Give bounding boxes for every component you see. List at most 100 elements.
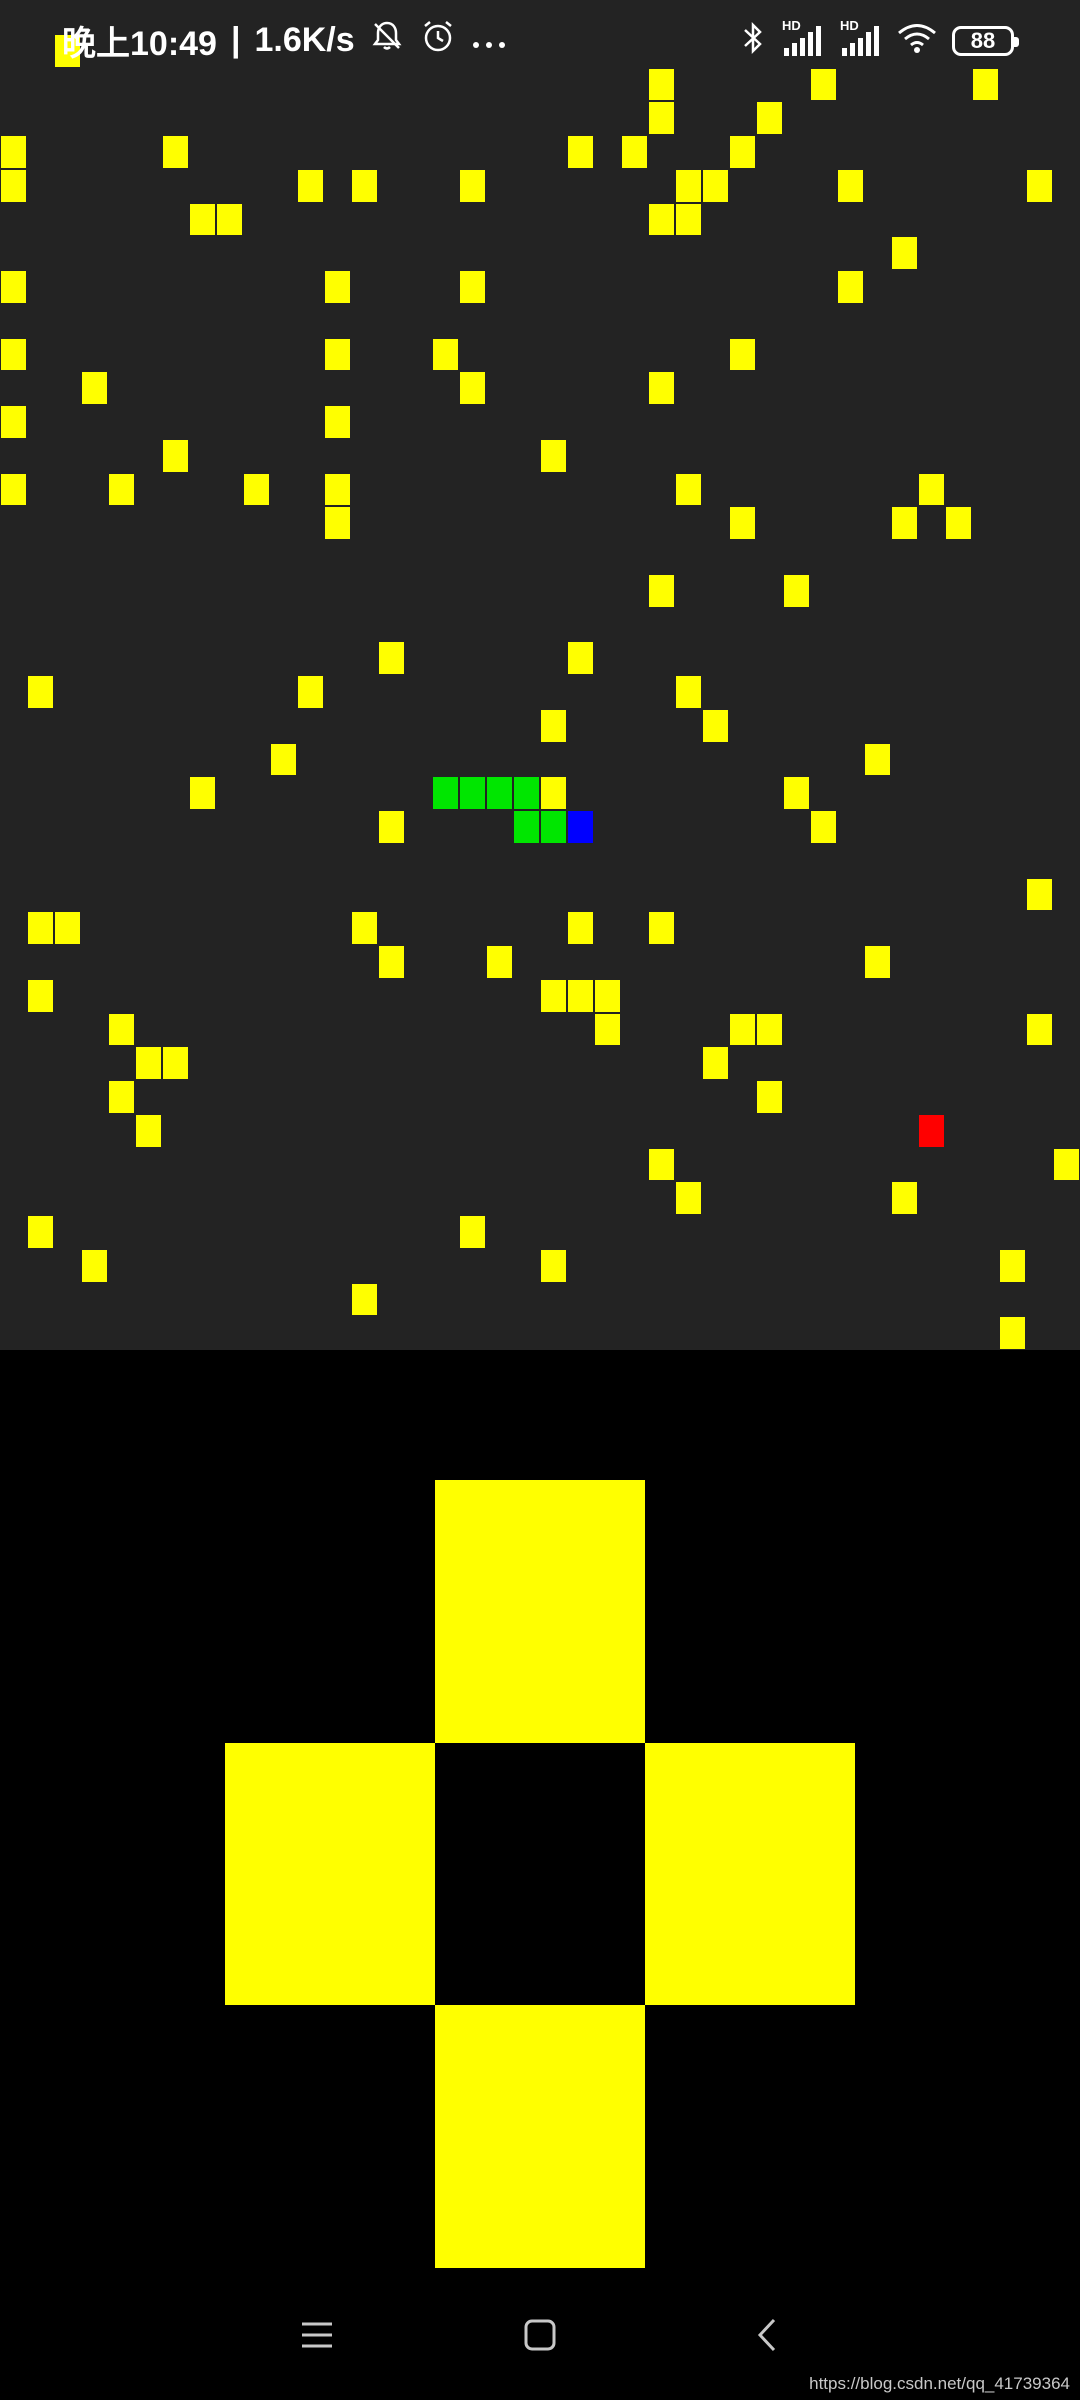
grid-cell xyxy=(946,1014,971,1045)
grid-cell xyxy=(1000,507,1025,539)
grid-cell xyxy=(136,1284,161,1315)
grid-cell xyxy=(676,845,701,877)
grid-cell xyxy=(352,1149,377,1180)
grid-cell xyxy=(217,1047,242,1079)
grid-cell xyxy=(676,744,701,775)
grid-cell xyxy=(190,1216,215,1248)
grid-cell xyxy=(487,440,512,472)
grid-cell xyxy=(379,609,404,640)
grid-cell xyxy=(487,541,512,573)
grid-cell xyxy=(55,642,80,674)
grid-cell xyxy=(919,1250,944,1282)
watermark: https://blog.csdn.net/qq_41739364 xyxy=(809,2374,1070,2393)
grid-cell xyxy=(109,339,134,370)
grid-cell xyxy=(136,575,161,607)
grid-cell xyxy=(406,744,431,775)
wall-cell xyxy=(163,1047,188,1079)
home-button[interactable] xyxy=(495,2290,585,2380)
grid-cell xyxy=(136,946,161,978)
grid-cell xyxy=(1000,1149,1025,1180)
grid-cell xyxy=(1,980,26,1012)
grid-cell xyxy=(514,305,539,337)
back-button[interactable] xyxy=(722,2290,812,2380)
dpad-down-button[interactable] xyxy=(435,2005,645,2268)
grid-cell xyxy=(568,305,593,337)
system-nav-bar xyxy=(0,2290,1080,2380)
grid-cell xyxy=(1,372,26,404)
grid-cell xyxy=(163,980,188,1012)
wall-cell xyxy=(487,946,512,978)
grid-cell xyxy=(433,912,458,944)
grid-cell xyxy=(136,541,161,573)
grid-cell xyxy=(1054,102,1079,134)
grid-cell xyxy=(1054,1014,1079,1045)
wall-cell xyxy=(595,1014,620,1045)
grid-cell xyxy=(352,1250,377,1282)
grid-cell xyxy=(946,676,971,708)
grid-cell xyxy=(190,1149,215,1180)
grid-cell xyxy=(1,1284,26,1315)
grid-cell xyxy=(1,440,26,472)
grid-cell xyxy=(730,1284,755,1315)
grid-cell xyxy=(1000,912,1025,944)
wall-cell xyxy=(1,339,26,370)
dpad-up-button[interactable] xyxy=(435,1480,645,1743)
grid-cell xyxy=(730,305,755,337)
wall-cell xyxy=(676,204,701,235)
grid-cell xyxy=(1027,710,1052,742)
grid-cell xyxy=(1000,1182,1025,1214)
grid-cell xyxy=(136,710,161,742)
grid-cell xyxy=(82,102,107,134)
menu-button[interactable] xyxy=(272,2290,362,2380)
wall-cell xyxy=(595,980,620,1012)
grid-cell xyxy=(973,912,998,944)
grid-cell xyxy=(433,609,458,640)
grid-cell xyxy=(82,946,107,978)
grid-cell xyxy=(487,980,512,1012)
grid-cell xyxy=(244,136,269,168)
grid-cell xyxy=(1054,1081,1079,1113)
dpad-right-button[interactable] xyxy=(645,1743,855,2005)
wall-cell xyxy=(1027,1014,1052,1045)
grid-cell xyxy=(325,777,350,809)
wall-cell xyxy=(433,339,458,370)
grid-cell xyxy=(541,339,566,370)
grid-cell xyxy=(514,204,539,235)
grid-cell xyxy=(406,1317,431,1349)
grid-cell xyxy=(703,744,728,775)
grid-cell xyxy=(244,271,269,303)
grid-cell xyxy=(163,676,188,708)
grid-cell xyxy=(1027,980,1052,1012)
grid-cell xyxy=(730,777,755,809)
grid-cell xyxy=(973,1014,998,1045)
grid-cell xyxy=(514,440,539,472)
status-net-speed: 1.6K/s xyxy=(254,21,355,59)
grid-cell xyxy=(217,777,242,809)
grid-cell xyxy=(1027,642,1052,674)
grid-cell xyxy=(460,440,485,472)
grid-cell xyxy=(676,1250,701,1282)
grid-cell xyxy=(217,1014,242,1045)
grid-cell xyxy=(1054,372,1079,404)
grid-cell xyxy=(1,575,26,607)
grid-cell xyxy=(703,811,728,843)
grid-cell xyxy=(379,1182,404,1214)
wall-cell xyxy=(298,676,323,708)
grid-cell xyxy=(946,879,971,910)
grid-cell xyxy=(325,1284,350,1315)
wall-cell xyxy=(541,440,566,472)
grid-cell xyxy=(244,406,269,438)
grid-cell xyxy=(1027,811,1052,843)
grid-cell xyxy=(784,237,809,269)
grid-cell xyxy=(541,1081,566,1113)
status-separator: | xyxy=(230,21,241,59)
dpad-left-button[interactable] xyxy=(225,1743,435,2005)
grid-cell xyxy=(1027,339,1052,370)
grid-cell xyxy=(541,575,566,607)
wifi-icon xyxy=(896,21,938,60)
grid-cell xyxy=(190,339,215,370)
grid-cell xyxy=(55,811,80,843)
grid-cell xyxy=(55,271,80,303)
grid-cell xyxy=(541,1317,566,1349)
grid-cell xyxy=(487,1149,512,1180)
